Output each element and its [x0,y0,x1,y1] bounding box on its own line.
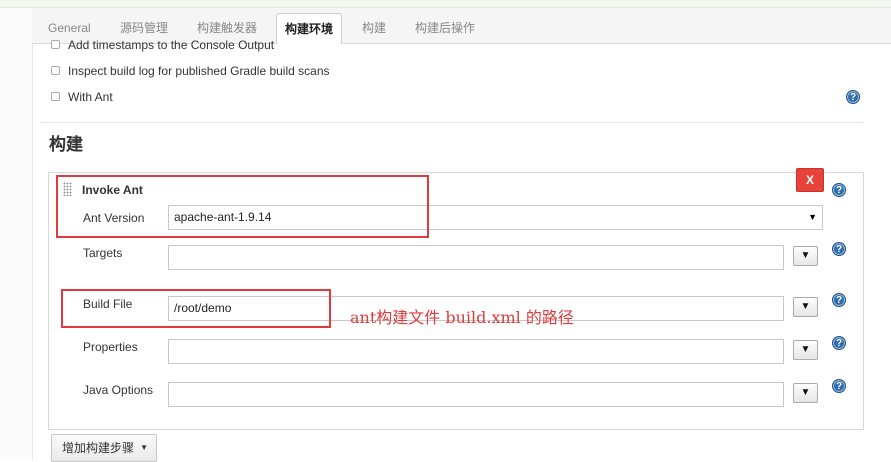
targets-help-icon[interactable]: ? [832,242,846,256]
with-ant-help-icon[interactable]: ? [846,90,860,104]
gradle-scans-checkbox[interactable] [51,66,60,75]
env-option-timestamps: Add timestamps to the Console Output [51,38,274,52]
java-options-label: Java Options [83,383,154,397]
highlight-build-file [61,289,331,328]
step-help-icon[interactable]: ? [832,183,846,197]
delete-step-button[interactable]: X [796,168,824,192]
section-divider [41,122,863,123]
java-options-input[interactable] [168,382,784,407]
env-option-with-ant: With Ant [51,90,113,104]
timestamps-checkbox[interactable] [51,40,60,49]
with-ant-checkbox[interactable] [51,92,60,101]
properties-expand-button[interactable]: ▼ [793,340,818,360]
tab-post-build-actions[interactable]: 构建后操作 [407,17,483,43]
highlight-ant-version [56,175,429,238]
tab-build[interactable]: 构建 [354,17,394,43]
build-section-title: 构建 [49,135,83,154]
caret-down-icon: ▼ [140,443,148,452]
properties-help-icon[interactable]: ? [832,336,846,350]
build-file-expand-button[interactable]: ▼ [793,297,818,317]
targets-label: Targets [83,246,123,260]
with-ant-label: With Ant [68,90,113,104]
top-strip [0,0,891,8]
gradle-scans-label: Inspect build log for published Gradle b… [68,64,330,78]
properties-input[interactable] [168,339,784,364]
add-build-step-button[interactable]: 增加构建步骤 ▼ [51,434,157,462]
build-file-help-icon[interactable]: ? [832,293,846,307]
tab-build-environment[interactable]: 构建环境 [276,13,343,45]
add-build-step-label: 增加构建步骤 [62,441,135,455]
caret-down-icon: ▼ [808,212,817,222]
env-option-gradle-scans: Inspect build log for published Gradle b… [51,64,330,78]
build-file-annotation: ant构建文件 build.xml 的路径 [350,308,574,327]
targets-expand-button[interactable]: ▼ [793,246,818,266]
java-options-expand-button[interactable]: ▼ [793,383,818,403]
config-content: Add timestamps to the Console Output Ins… [32,38,891,462]
timestamps-label: Add timestamps to the Console Output [68,38,275,52]
properties-label: Properties [83,340,138,354]
java-options-help-icon[interactable]: ? [832,379,846,393]
left-gutter [0,8,32,460]
targets-input[interactable] [168,245,784,270]
